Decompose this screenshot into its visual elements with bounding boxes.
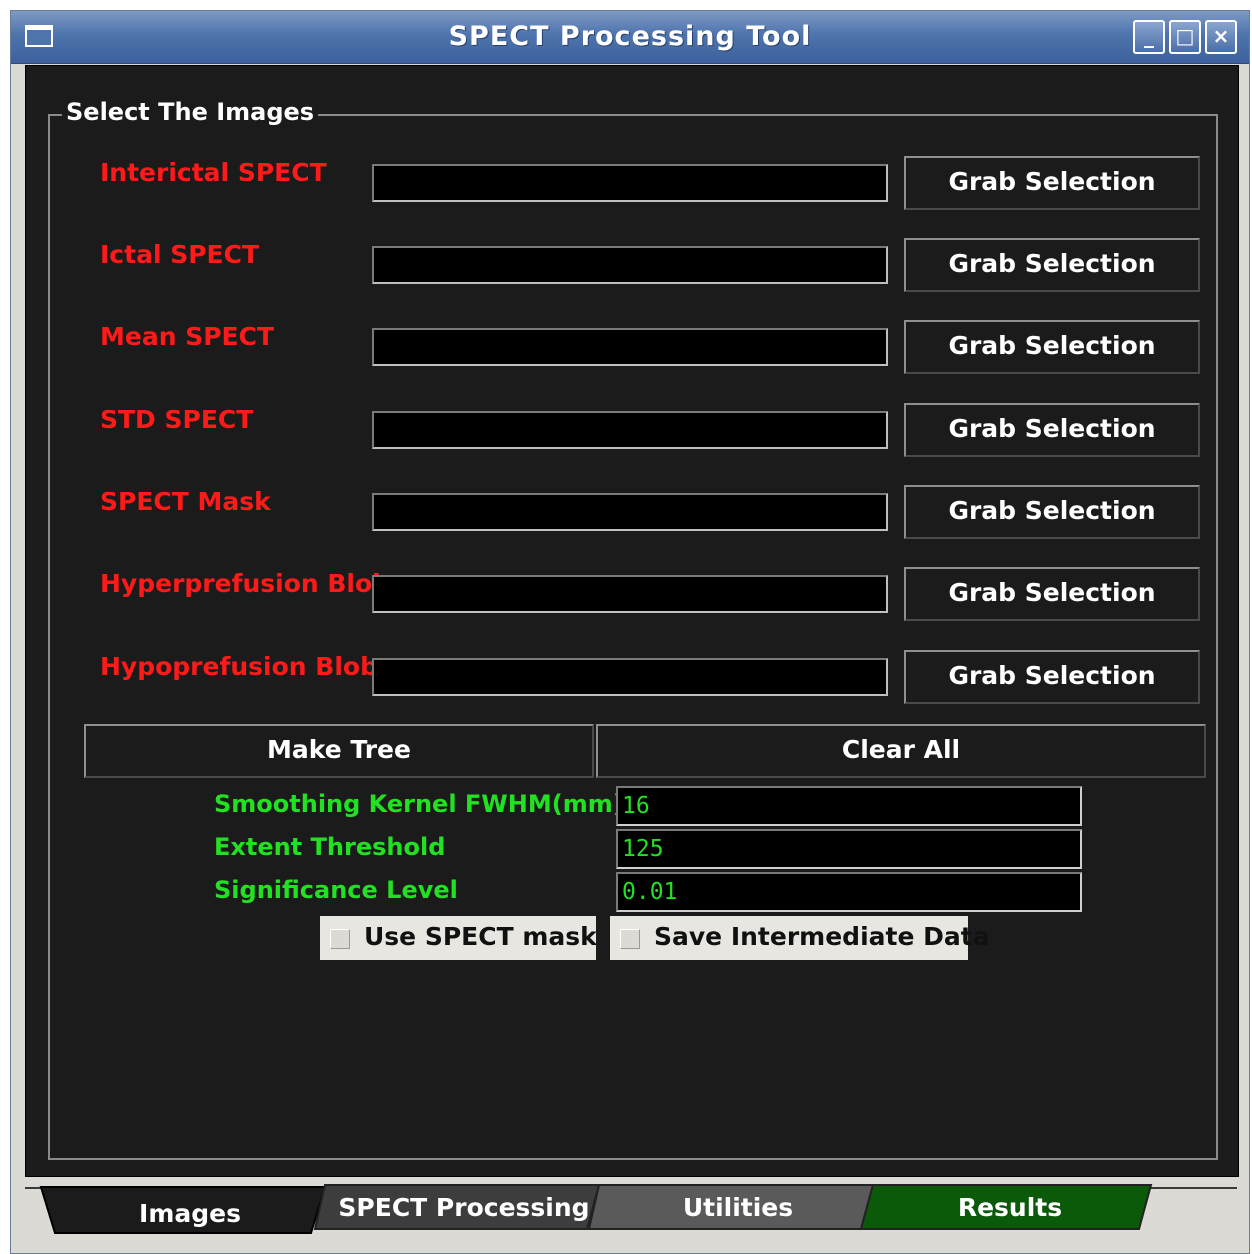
hyperprefusion-blob-label: Hyperprefusion Blob [100, 569, 391, 598]
ictal-spect-field[interactable] [372, 246, 888, 284]
extent-threshold-input[interactable]: 125 [616, 829, 1082, 869]
ictal-spect-label: Ictal SPECT [100, 240, 260, 269]
interictal-spect-field[interactable] [372, 164, 888, 202]
interictal-grab-button[interactable]: Grab Selection [904, 156, 1200, 210]
hypo-grab-button[interactable]: Grab Selection [904, 650, 1200, 704]
mean-grab-button[interactable]: Grab Selection [904, 320, 1200, 374]
save-intermediate-data-label: Save Intermediate Data [654, 922, 990, 951]
close-button[interactable]: × [1205, 20, 1237, 54]
mask-grab-button[interactable]: Grab Selection [904, 485, 1200, 539]
hyper-grab-button[interactable]: Grab Selection [904, 567, 1200, 621]
title-bar[interactable]: SPECT Processing Tool _ □ × [11, 11, 1249, 64]
tab-utilities[interactable]: Utilities [599, 1193, 877, 1235]
smoothing-kernel-input[interactable]: 16 [616, 786, 1082, 826]
use-spect-mask-checkbox[interactable]: Use SPECT mask [320, 916, 597, 960]
maximize-button[interactable]: □ [1169, 20, 1201, 54]
make-tree-button[interactable]: Make Tree [84, 724, 594, 778]
ictal-grab-button[interactable]: Grab Selection [904, 238, 1200, 292]
significance-level-label: Significance Level [214, 876, 458, 904]
checkbox-square-icon[interactable] [620, 929, 640, 949]
interictal-spect-label: Interictal SPECT [100, 158, 327, 187]
std-grab-button[interactable]: Grab Selection [904, 403, 1200, 457]
app-window: SPECT Processing Tool _ □ × Select The I… [10, 10, 1250, 1254]
smoothing-kernel-label: Smoothing Kernel FWHM(mm) [214, 790, 624, 818]
extent-threshold-label: Extent Threshold [214, 833, 446, 861]
mean-spect-field[interactable] [372, 328, 888, 366]
spect-mask-field[interactable] [372, 493, 888, 531]
tab-bar: Images SPECT Processing Utilities Result… [25, 1175, 1237, 1251]
images-panel: Select The Images Interictal SPECT Grab … [25, 65, 1239, 1177]
std-spect-label: STD SPECT [100, 405, 254, 434]
tab-spect-processing[interactable]: SPECT Processing [325, 1193, 603, 1235]
window-title: SPECT Processing Tool [448, 21, 812, 52]
save-intermediate-data-checkbox[interactable]: Save Intermediate Data [610, 916, 990, 960]
clear-all-button[interactable]: Clear All [596, 724, 1206, 778]
hypoprefusion-blob-field[interactable] [372, 658, 888, 696]
mean-spect-label: Mean SPECT [100, 322, 275, 351]
tab-results[interactable]: Results [873, 1193, 1147, 1235]
group-title: Select The Images [62, 98, 319, 126]
hyperprefusion-blob-field[interactable] [372, 575, 888, 613]
minimize-button[interactable]: _ [1133, 20, 1165, 54]
checkbox-square-icon[interactable] [330, 929, 350, 949]
tab-images[interactable]: Images [65, 1199, 315, 1241]
std-spect-field[interactable] [372, 411, 888, 449]
hypoprefusion-blob-label: Hypoprefusion Blob [100, 652, 378, 681]
spect-mask-label: SPECT Mask [100, 487, 271, 516]
use-spect-mask-label: Use SPECT mask [364, 922, 597, 951]
significance-level-input[interactable]: 0.01 [616, 872, 1082, 912]
